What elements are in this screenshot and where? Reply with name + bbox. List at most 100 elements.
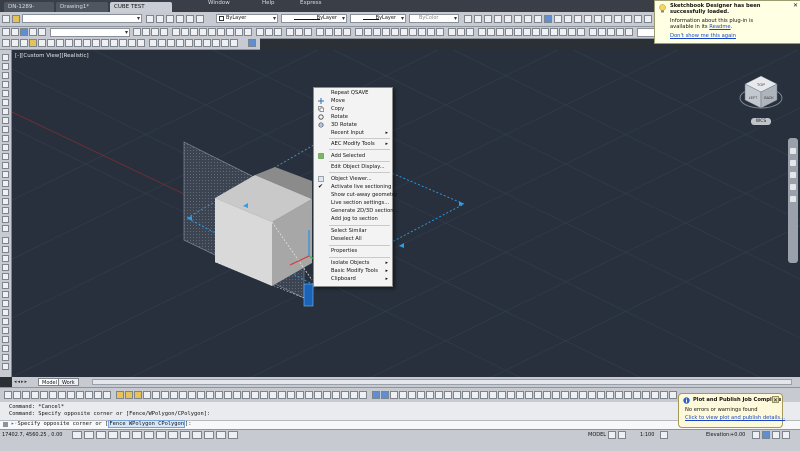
dynamic-ucs-icon[interactable] (168, 431, 178, 439)
walk-icon[interactable] (435, 391, 443, 399)
region-icon[interactable] (607, 28, 615, 36)
detail-icon[interactable] (314, 391, 322, 399)
mirror-icon[interactable] (20, 39, 28, 47)
zoom-all-icon[interactable] (525, 391, 533, 399)
dim-linear-icon[interactable] (172, 28, 180, 36)
wall-icon[interactable] (143, 391, 151, 399)
polar-tracking-icon[interactable] (120, 431, 130, 439)
viewport-label[interactable]: [-][Custom View][Realistic] (15, 53, 89, 59)
elevation-value[interactable]: +0.00 (730, 432, 745, 438)
zoom-object-icon[interactable] (552, 391, 560, 399)
light-icon[interactable] (390, 391, 398, 399)
menu-item-edit-object-display[interactable]: Edit Object Display... (314, 163, 392, 171)
leader-icon[interactable] (574, 15, 582, 23)
ucs-previous-icon[interactable] (496, 28, 504, 36)
save-icon[interactable] (20, 28, 28, 36)
layer-properties-icon[interactable] (2, 15, 10, 23)
menu-item-isolate-objects[interactable]: Isolate Objects ▸ (314, 259, 392, 267)
menu-express[interactable]: Express (300, 0, 321, 6)
dim-update-icon[interactable] (295, 28, 303, 36)
menu-item-aec-modify-tools[interactable]: AEC Modify Tools ▸ (314, 140, 392, 148)
menu-item-activate-live-sectioning[interactable]: ✔ Activate live sectioning (314, 183, 392, 191)
mass-icon[interactable] (341, 391, 349, 399)
stretch-icon[interactable] (74, 39, 82, 47)
elevation-mark-icon[interactable] (296, 391, 304, 399)
navigation-bar[interactable] (788, 138, 798, 263)
plot-details-link[interactable]: Click to view plot and publish details..… (685, 415, 785, 421)
tab-cube-test[interactable]: CUBE TEST (110, 2, 172, 12)
material-icon[interactable] (399, 391, 407, 399)
swivel-icon[interactable] (480, 391, 488, 399)
osnap-node-icon[interactable] (103, 391, 111, 399)
dim-style-icon[interactable] (304, 28, 312, 36)
ucs-icon[interactable] (478, 28, 486, 36)
right-view-icon[interactable] (624, 391, 632, 399)
print-icon[interactable] (29, 28, 37, 36)
free-orbit-icon[interactable] (462, 391, 470, 399)
slab-icon[interactable] (197, 391, 205, 399)
sw-iso-icon[interactable] (651, 391, 659, 399)
plotstyle-dropdown[interactable]: ByColor (409, 14, 459, 23)
zoom-window-icon[interactable] (498, 391, 506, 399)
rectangle-icon[interactable] (316, 28, 324, 36)
door-icon[interactable] (152, 391, 160, 399)
mtext-icon[interactable] (2, 216, 9, 223)
3d-rotate-tool-icon[interactable] (158, 39, 166, 47)
sphere-icon[interactable] (364, 28, 372, 36)
osnap-apparent-icon[interactable] (31, 391, 39, 399)
extend-draw-icon[interactable] (2, 327, 9, 334)
quick-properties-icon[interactable] (216, 431, 226, 439)
osnap-parallel-icon[interactable] (85, 391, 93, 399)
zoom-scale-icon[interactable] (534, 391, 542, 399)
structure-icon[interactable] (359, 391, 367, 399)
ortho-mode-icon[interactable] (108, 431, 118, 439)
steeringwheel-icon[interactable] (790, 148, 796, 154)
area-tool-icon[interactable] (332, 391, 340, 399)
hatch-draw-icon[interactable] (2, 180, 9, 187)
lineweight-dropdown[interactable]: ByLayer (350, 14, 406, 23)
ucs-view-icon[interactable] (523, 28, 531, 36)
array-draw-icon[interactable] (2, 273, 9, 280)
keynote-icon[interactable] (323, 391, 331, 399)
prompt-options[interactable]: Fence WPolygon CPolygon (108, 420, 186, 428)
center-mark-icon[interactable] (274, 28, 282, 36)
selection-cycling-icon[interactable] (228, 431, 238, 439)
table-icon[interactable] (464, 15, 472, 23)
menu-window[interactable]: Window (208, 0, 230, 6)
opening-icon[interactable] (260, 391, 268, 399)
se-iso-icon[interactable] (660, 391, 668, 399)
offset-draw-icon[interactable] (2, 264, 9, 271)
section-plane-icon[interactable] (203, 39, 211, 47)
explode-draw-icon[interactable] (2, 363, 9, 370)
menu-item-show-cut-away-geometry[interactable]: Show cut-away geometry (314, 191, 397, 199)
transparency-icon[interactable] (204, 431, 214, 439)
beam-icon[interactable] (215, 391, 223, 399)
scale-icon[interactable] (65, 39, 73, 47)
zoom-previous-icon[interactable] (507, 391, 515, 399)
table-draw-icon[interactable] (2, 207, 9, 214)
osnap-endpoint-icon[interactable] (4, 391, 12, 399)
fillet-draw-icon[interactable] (2, 354, 9, 361)
dimension-icon[interactable] (564, 15, 572, 23)
annotation-visibility-icon[interactable] (660, 431, 668, 439)
3d-object-snap-icon[interactable] (144, 431, 154, 439)
solid-icon[interactable] (134, 391, 142, 399)
drawing-viewport[interactable]: [-][Custom View][Realistic] TOP BACK LEF… (12, 50, 800, 377)
ucs-3point-icon[interactable] (550, 28, 558, 36)
render-icon[interactable] (544, 15, 552, 23)
grid-tool-icon[interactable] (224, 391, 232, 399)
object-snap-icon[interactable] (132, 431, 142, 439)
undo-icon[interactable] (133, 28, 141, 36)
menu-item-rotate[interactable]: Rotate (314, 113, 392, 121)
intersect-icon[interactable] (466, 28, 474, 36)
dim-continue-icon[interactable] (244, 28, 252, 36)
union-icon[interactable] (448, 28, 456, 36)
scene-canvas[interactable] (12, 50, 800, 377)
menu-item-basic-modify-tools[interactable]: Basic Modify Tools ▸ (314, 267, 392, 275)
menu-item-live-section-settings[interactable]: Live section settings... (314, 199, 392, 207)
wipeout-icon[interactable] (616, 28, 624, 36)
sky-icon[interactable] (417, 391, 425, 399)
layer-unisolate-icon[interactable] (176, 15, 184, 23)
extend-icon[interactable] (92, 39, 100, 47)
command-prompt[interactable]: ▸·Specify opposite corner or [Fence WPol… (11, 420, 192, 428)
